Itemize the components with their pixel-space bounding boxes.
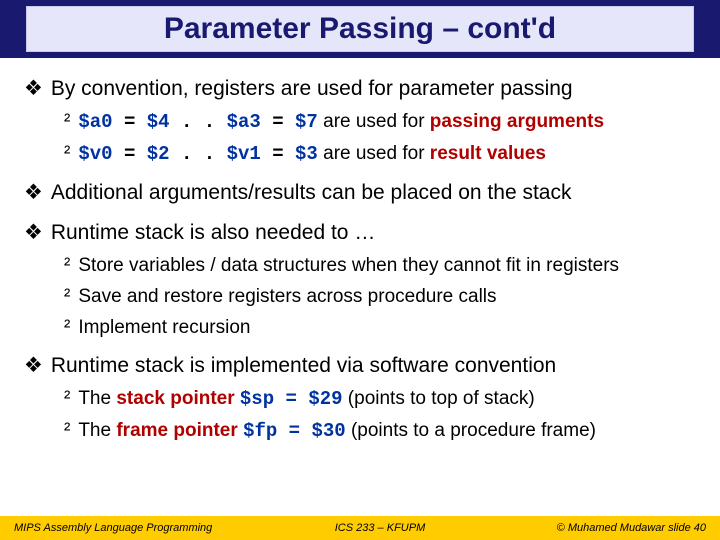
diamond-open-icon: ²: [64, 316, 70, 340]
content-area: ❖ By convention, registers are used for …: [0, 58, 720, 443]
diamond-open-icon: ²: [64, 254, 70, 278]
footer-bar: MIPS Assembly Language Programming ICS 2…: [0, 516, 720, 540]
bullet-text: Additional arguments/results can be plac…: [51, 180, 572, 206]
subbullet-frame-pointer: ² The frame pointer $fp = $30 (points to…: [64, 419, 696, 444]
footer-left: MIPS Assembly Language Programming: [0, 522, 260, 534]
bullet-additional-args: ❖ Additional arguments/results can be pl…: [24, 180, 696, 206]
subbullet-arg-regs: ² $a0 = $4 . . $a3 = $7 are used for pas…: [64, 110, 696, 135]
subbullet-text: The frame pointer $fp = $30 (points to a…: [78, 419, 596, 444]
subbullet-text: Store variables / data structures when t…: [78, 254, 619, 278]
bullet-software-convention: ❖ Runtime stack is implemented via softw…: [24, 353, 696, 379]
diamond-icon: ❖: [24, 180, 43, 206]
slide: Parameter Passing – cont'd ❖ By conventi…: [0, 0, 720, 540]
bullet-text: Runtime stack is implemented via softwar…: [51, 353, 556, 379]
slide-title: Parameter Passing – cont'd: [26, 6, 694, 52]
diamond-open-icon: ²: [64, 419, 70, 444]
subbullet-text: Save and restore registers across proced…: [78, 285, 496, 309]
subbullet-result-regs: ² $v0 = $2 . . $v1 = $3 are used for res…: [64, 142, 696, 167]
diamond-open-icon: ²: [64, 285, 70, 309]
bullet-convention: ❖ By convention, registers are used for …: [24, 76, 696, 102]
footer-center: ICS 233 – KFUPM: [260, 522, 500, 534]
subbullet-save-restore: ² Save and restore registers across proc…: [64, 285, 696, 309]
bullet-text: By convention, registers are used for pa…: [51, 76, 573, 102]
diamond-icon: ❖: [24, 353, 43, 379]
subbullet-text: Implement recursion: [78, 316, 250, 340]
diamond-icon: ❖: [24, 76, 43, 102]
subbullet-text: The stack pointer $sp = $29 (points to t…: [78, 387, 534, 412]
subbullet-store-vars: ² Store variables / data structures when…: [64, 254, 696, 278]
subbullet-text: $a0 = $4 . . $a3 = $7 are used for passi…: [78, 110, 604, 135]
title-bar: Parameter Passing – cont'd: [0, 0, 720, 58]
diamond-open-icon: ²: [64, 387, 70, 412]
subbullet-text: $v0 = $2 . . $v1 = $3 are used for resul…: [78, 142, 546, 167]
diamond-icon: ❖: [24, 220, 43, 246]
subbullet-recursion: ² Implement recursion: [64, 316, 696, 340]
bullet-text: Runtime stack is also needed to …: [51, 220, 376, 246]
footer-right: © Muhamed Mudawar slide 40: [500, 522, 720, 534]
diamond-open-icon: ²: [64, 142, 70, 167]
subbullet-stack-pointer: ² The stack pointer $sp = $29 (points to…: [64, 387, 696, 412]
bullet-runtime-needed: ❖ Runtime stack is also needed to …: [24, 220, 696, 246]
diamond-open-icon: ²: [64, 110, 70, 135]
